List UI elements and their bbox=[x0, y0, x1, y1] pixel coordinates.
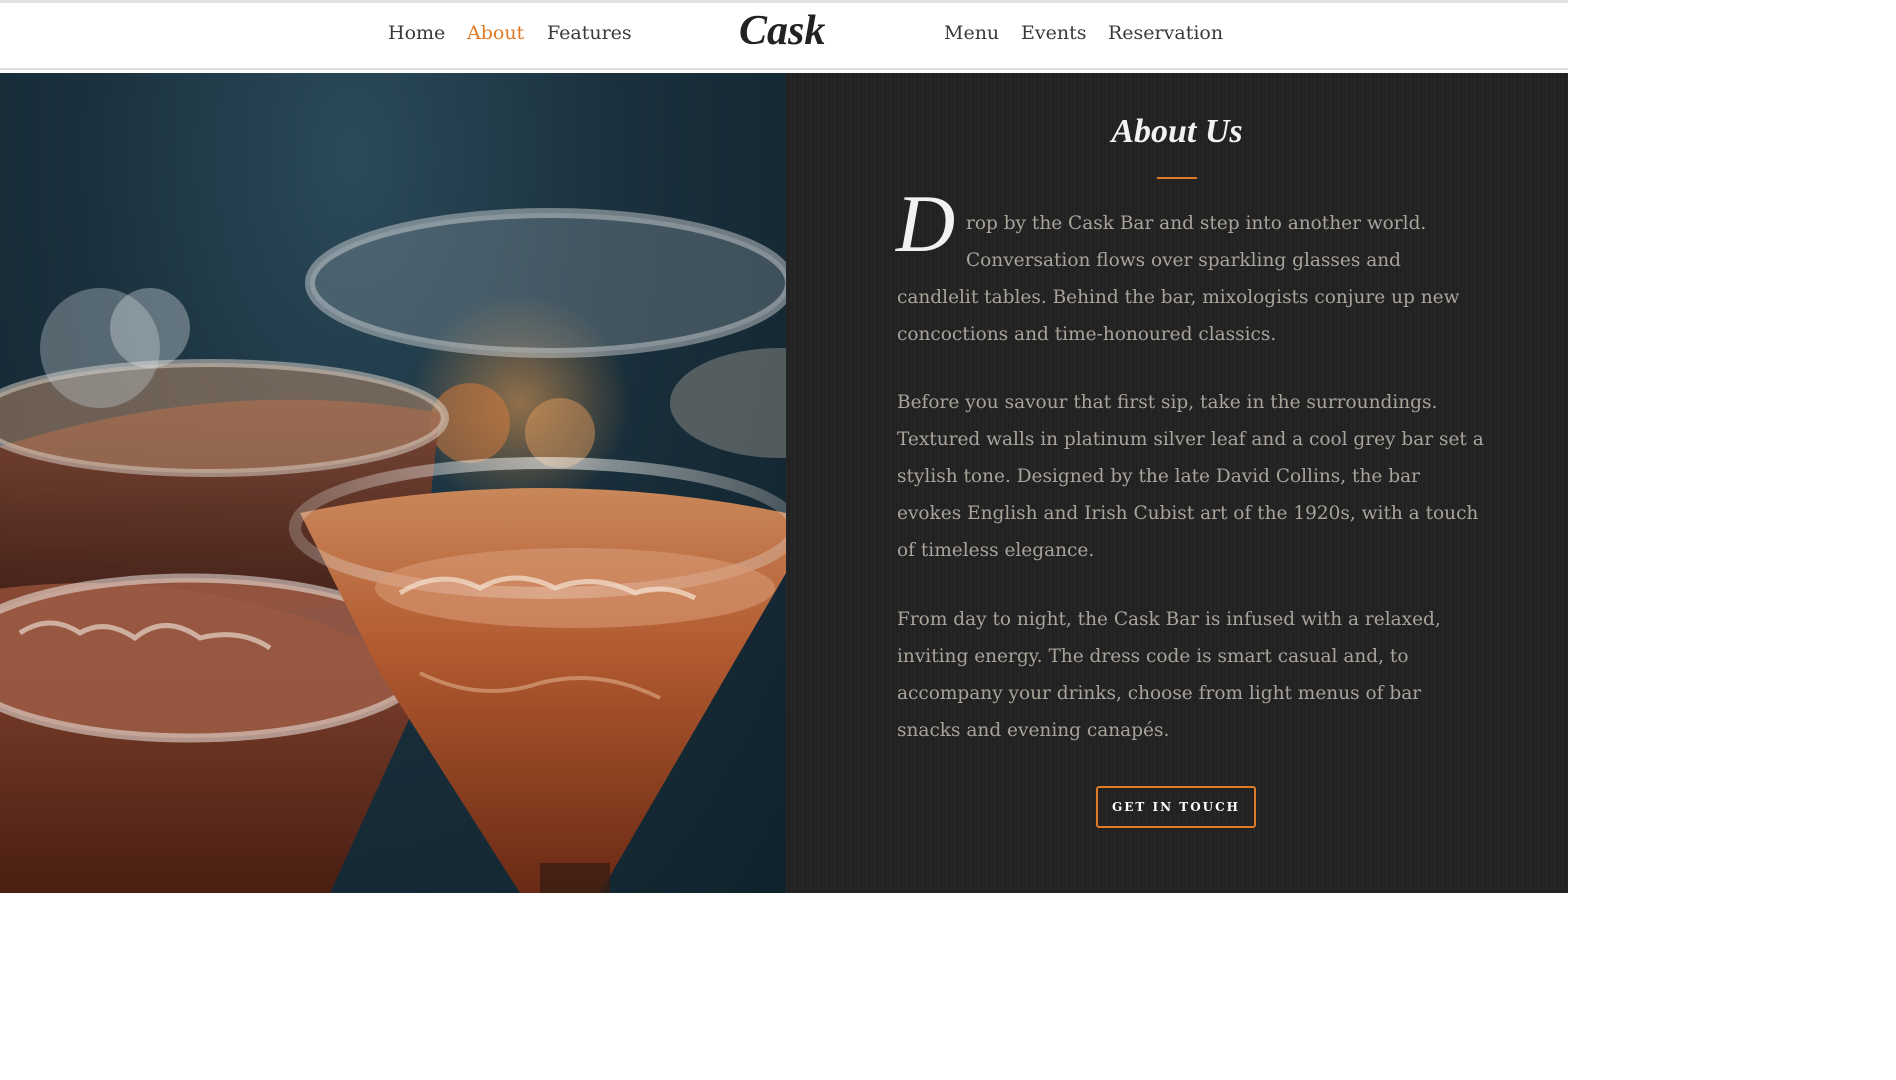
paragraph-line: inviting energy. The dress code is smart… bbox=[897, 646, 1409, 667]
cocktail-glasses-illustration bbox=[0, 208, 786, 893]
paragraph-line: From day to night, the Cask Bar is infus… bbox=[897, 609, 1441, 630]
paragraph-line: concoctions and time-honoured classics. bbox=[897, 324, 1277, 345]
nav-about-link[interactable]: About bbox=[467, 22, 524, 44]
paragraph-line: rop by the Cask Bar and step into anothe… bbox=[966, 213, 1427, 234]
paragraph-line: Before you savour that first sip, take i… bbox=[897, 392, 1438, 413]
nav-events-link[interactable]: Events bbox=[1021, 22, 1086, 44]
paragraph-line: accompany your drinks, choose from light… bbox=[897, 683, 1422, 704]
paragraph-line: stylish tone. Designed by the late David… bbox=[897, 466, 1420, 487]
site-logo[interactable]: Cask bbox=[739, 7, 825, 55]
paragraph-line: snacks and evening canapés. bbox=[897, 720, 1170, 741]
paragraph-line: of timeless elegance. bbox=[897, 540, 1095, 561]
main-navbar: Home About Features Cask Menu Events Res… bbox=[0, 3, 1568, 70]
paragraph-line: Textured walls in platinum silver leaf a… bbox=[897, 429, 1484, 450]
paragraph-line: candlelit tables. Behind the bar, mixolo… bbox=[897, 287, 1460, 308]
cocktail-hero-image bbox=[0, 73, 786, 893]
title-underline bbox=[1157, 177, 1197, 179]
about-title: About Us bbox=[1111, 113, 1243, 150]
nav-menu-link[interactable]: Menu bbox=[944, 22, 999, 44]
drop-cap: D bbox=[896, 178, 956, 269]
about-section: About Us D rop by the Cask Bar and step … bbox=[786, 73, 1568, 893]
nav-features-link[interactable]: Features bbox=[547, 22, 632, 44]
paragraph-line: evokes English and Irish Cubist art of t… bbox=[897, 503, 1479, 524]
get-in-touch-button[interactable]: GET IN TOUCH bbox=[1096, 786, 1256, 828]
paragraph-line: Conversation flows over sparkling glasse… bbox=[966, 250, 1401, 271]
nav-home-link[interactable]: Home bbox=[388, 22, 445, 44]
nav-reservation-link[interactable]: Reservation bbox=[1108, 22, 1223, 44]
